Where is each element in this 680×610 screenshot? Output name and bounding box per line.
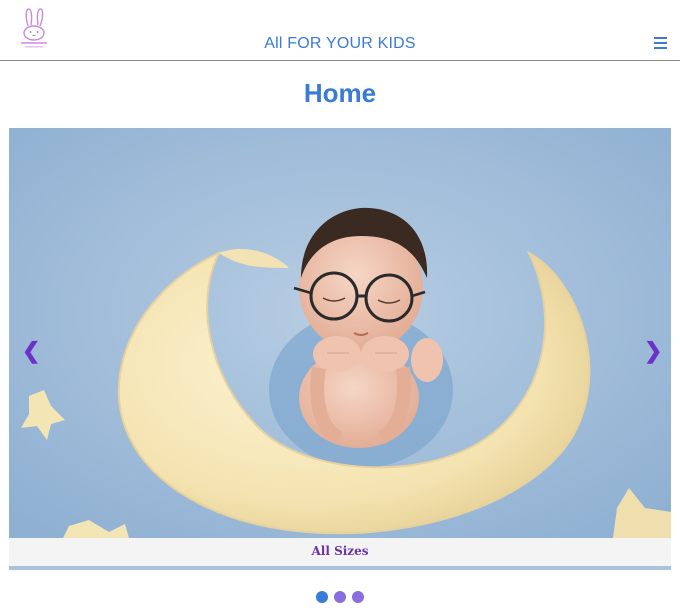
site-header: All FOR YOUR KIDS bbox=[0, 0, 680, 61]
carousel-indicators bbox=[0, 591, 680, 603]
carousel-dot[interactable] bbox=[316, 591, 328, 603]
carousel-dot[interactable] bbox=[352, 591, 364, 603]
page-title: Home bbox=[303, 78, 377, 108]
slide-caption-bar: All Sizes bbox=[9, 538, 671, 566]
hamburger-menu-icon[interactable] bbox=[654, 36, 668, 50]
chevron-right-icon[interactable]: ❯ bbox=[644, 340, 662, 362]
slide-image bbox=[9, 128, 671, 538]
chevron-left-icon[interactable]: ❮ bbox=[22, 340, 40, 362]
carousel-dot[interactable] bbox=[334, 591, 346, 603]
slide-caption[interactable]: All Sizes bbox=[311, 544, 368, 558]
image-carousel: All Sizes bbox=[9, 128, 671, 570]
site-title[interactable]: All FOR YOUR KIDS bbox=[0, 35, 680, 53]
